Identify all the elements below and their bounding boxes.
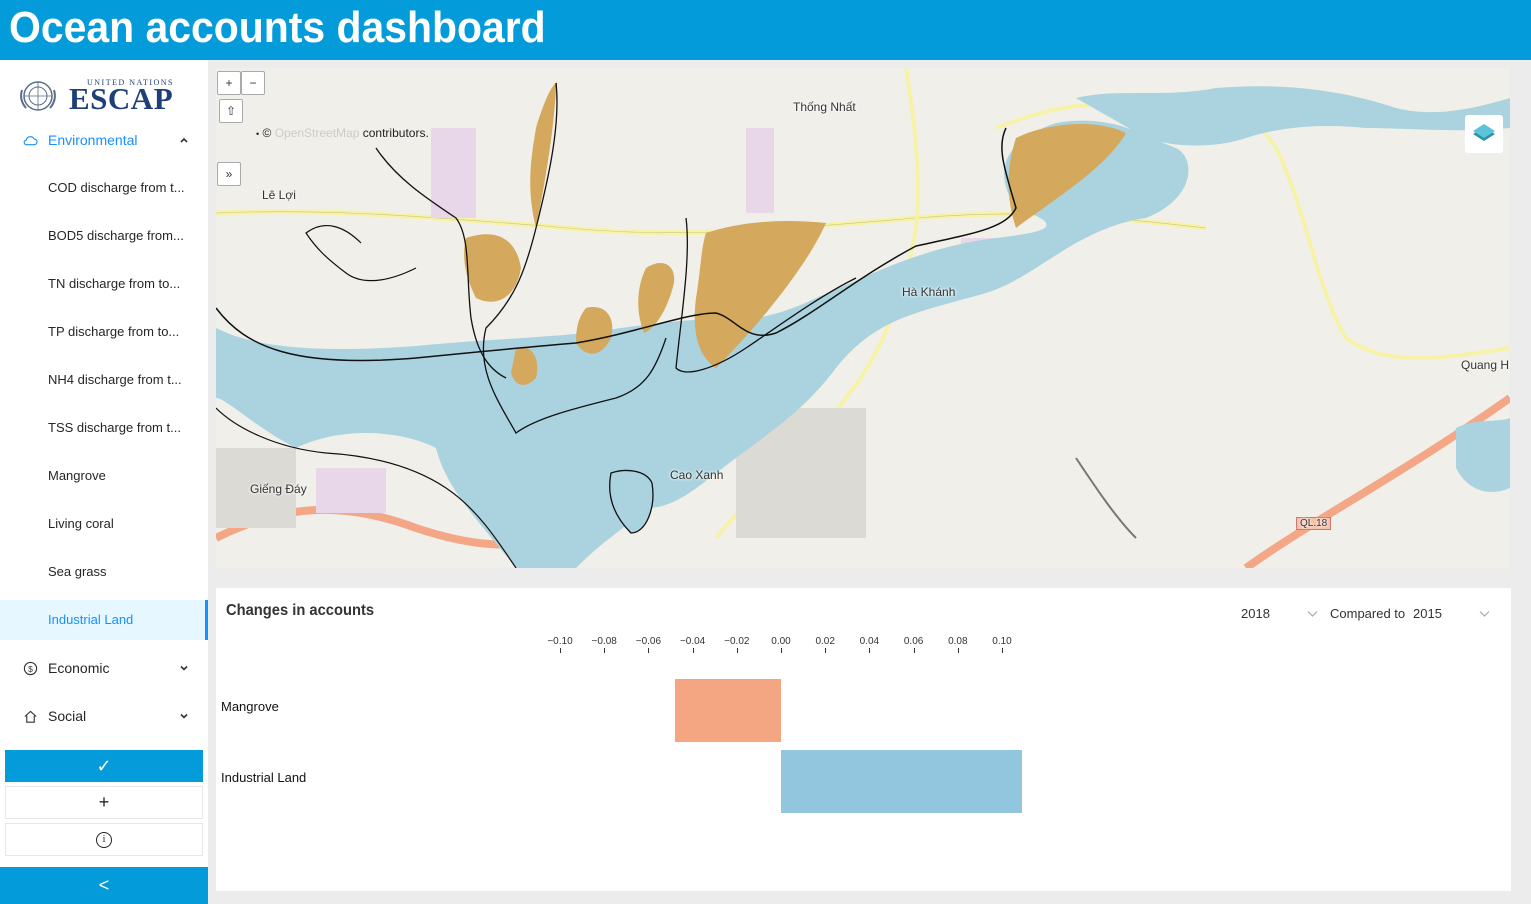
x-tick-label: 0.10 — [992, 636, 1012, 647]
sidebar-item-living-coral[interactable]: Living coral — [0, 504, 208, 544]
x-tick-mark — [648, 648, 650, 653]
attribution-text: contributors. — [362, 126, 429, 140]
confirm-button[interactable]: ✓ — [5, 750, 203, 782]
sidebar-item-label: TN discharge from to... — [48, 276, 181, 291]
page-title: Ocean accounts dashboard — [9, 3, 546, 52]
zoom-in-button[interactable]: + — [217, 71, 241, 95]
x-tick-label: −0.08 — [591, 636, 617, 647]
x-tick-label: 0.06 — [903, 636, 924, 647]
x-tick-label: −0.02 — [724, 636, 750, 647]
sidebar-item-sea-grass[interactable]: Sea grass — [0, 552, 208, 592]
x-tick-mark — [913, 648, 915, 653]
app-header: Ocean accounts dashboard — [0, 0, 1531, 60]
menu-group-economic[interactable]: $ Economic — [0, 648, 208, 688]
bar-industrial-land[interactable] — [781, 750, 1022, 813]
x-tick-label: 0.08 — [948, 636, 968, 647]
place-label: Thống Nhất — [793, 100, 856, 114]
copyright-symbol: © — [262, 126, 272, 140]
check-icon: ✓ — [96, 755, 112, 776]
home-icon — [24, 710, 37, 723]
sidebar-item-label: Mangrove — [48, 468, 106, 483]
category-label: Mangrove — [221, 699, 279, 714]
x-tick-mark — [957, 648, 959, 653]
sidebar-item-label: Industrial Land — [48, 612, 134, 627]
logo-line-escap: ESCAP — [69, 81, 174, 116]
changes-panel: Changes in accounts 2018 Compared to 201… — [216, 588, 1511, 891]
sidebar-item-tss[interactable]: TSS discharge from t... — [0, 408, 208, 448]
sidebar-item-industrial-land[interactable]: Industrial Land — [0, 600, 208, 640]
x-tick-label: −0.06 — [635, 636, 662, 647]
place-label: Giếng Đáy — [250, 482, 307, 496]
place-label: Cao Xanh — [670, 468, 724, 482]
x-tick-mark — [825, 648, 827, 653]
x-tick-label: −0.10 — [547, 636, 573, 647]
x-tick-mark — [692, 648, 694, 653]
chevron-up-icon — [180, 137, 188, 143]
x-tick-mark — [736, 648, 738, 653]
layers-button[interactable] — [1465, 115, 1503, 153]
x-tick-label: −0.04 — [679, 636, 706, 647]
x-tick-label: 0.00 — [771, 636, 791, 647]
chevron-left-icon: < — [98, 875, 110, 895]
place-label: Quang H — [1461, 358, 1510, 372]
collapse-sidebar-button[interactable]: < — [0, 867, 208, 904]
x-tick-mark — [869, 648, 871, 653]
map-attribution: • © OpenStreetMap contributors. — [256, 126, 429, 140]
map-canvas[interactable] — [216, 68, 1510, 568]
sidebar-item-cod[interactable]: COD discharge from t... — [0, 168, 208, 208]
changes-bar-chart: −0.10 −0.08 −0.06 −0.04 −0.02 0.00 0.02 0.04 0.0… — [216, 588, 1511, 891]
sidebar-item-tp[interactable]: TP discharge from to... — [0, 312, 208, 352]
layers-icon — [1473, 124, 1495, 141]
sidebar-item-mangrove[interactable]: Mangrove — [0, 456, 208, 496]
home-extent-button[interactable]: ⇧ — [219, 99, 243, 123]
menu-group-label: Economic — [48, 660, 110, 676]
info-icon: i — [96, 831, 112, 848]
add-button[interactable]: + — [5, 786, 203, 819]
dollar-circle-icon: $ — [23, 661, 38, 676]
chevron-down-icon — [180, 665, 188, 671]
plus-icon: + — [98, 792, 110, 812]
place-label: Lê Lợi — [262, 188, 296, 202]
sidebar-item-bod5[interactable]: BOD5 discharge from... — [0, 216, 208, 256]
x-tick-label: 0.04 — [859, 636, 880, 647]
sidebar-item-label: COD discharge from t... — [48, 180, 185, 195]
menu-group-label: Social — [48, 708, 87, 724]
sidebar-item-label: NH4 discharge from t... — [48, 372, 182, 387]
x-tick-label: 0.02 — [815, 636, 835, 647]
sidebar-item-label: Sea grass — [48, 564, 107, 579]
zoom-out-button[interactable]: − — [241, 71, 265, 95]
menu-group-environmental[interactable]: Environmental — [0, 120, 208, 160]
sidebar-item-tn[interactable]: TN discharge from to... — [0, 264, 208, 304]
sidebar-item-label: BOD5 discharge from... — [48, 228, 184, 243]
sidebar-item-nh4[interactable]: NH4 discharge from t... — [0, 360, 208, 400]
sidebar-item-label: TP discharge from to... — [48, 324, 180, 339]
expand-panel-button[interactable]: » — [217, 162, 241, 186]
x-tick-mark — [781, 648, 782, 653]
category-label: Industrial Land — [221, 770, 307, 785]
escap-logo: UNITED NATIONS ESCAP — [17, 76, 182, 116]
osm-link[interactable]: OpenStreetMap — [275, 126, 360, 140]
map-view[interactable]: Thống Nhất Lê Lợi Hà Khánh Cao Xanh Giến… — [216, 68, 1510, 568]
sidebar-item-label: Living coral — [48, 516, 114, 531]
menu-group-label: Environmental — [48, 132, 138, 148]
x-tick-mark — [604, 648, 606, 653]
svg-text:$: $ — [28, 664, 33, 674]
x-tick-mark — [560, 648, 561, 653]
menu-group-social[interactable]: Social — [0, 696, 208, 736]
road-shield: QL.18 — [1296, 517, 1332, 530]
sidebar: UNITED NATIONS ESCAP Environmental COD d… — [0, 60, 208, 904]
chevron-down-icon — [180, 713, 188, 719]
info-button[interactable]: i — [5, 823, 203, 856]
place-label: Hà Khánh — [902, 285, 956, 299]
un-emblem-icon — [20, 81, 56, 111]
sidebar-item-label: TSS discharge from t... — [48, 420, 181, 435]
cloud-icon — [23, 136, 38, 146]
x-tick-mark — [1002, 648, 1003, 653]
bar-mangrove[interactable] — [674, 679, 781, 742]
